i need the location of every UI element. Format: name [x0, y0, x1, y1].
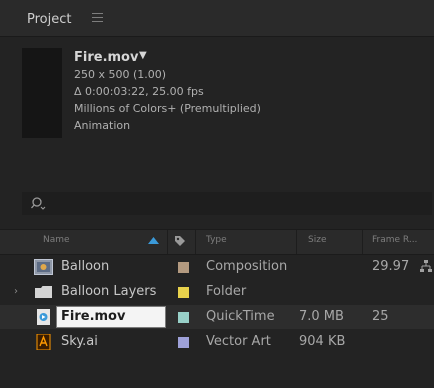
list-item-name: Sky.ai: [61, 334, 98, 349]
panel-menu-icon[interactable]: [92, 13, 103, 22]
label-color-swatch[interactable]: [178, 337, 189, 348]
panel-title: Project: [27, 12, 72, 27]
column-divider: [167, 230, 168, 254]
search-icon: [31, 197, 46, 210]
list-item-type: Folder: [206, 284, 247, 299]
column-type[interactable]: Type: [206, 235, 227, 245]
panel-header: Project: [0, 0, 434, 37]
folder-icon: [35, 286, 52, 298]
asset-colors: Millions of Colors+ (Premultiplied): [74, 102, 261, 115]
column-name[interactable]: Name: [43, 235, 70, 245]
label-color-swatch[interactable]: [178, 287, 189, 298]
column-frame-rate[interactable]: Frame R...: [372, 235, 417, 245]
flowchart-icon[interactable]: [420, 260, 432, 272]
column-header-row: Name Type Size Frame R...: [0, 229, 434, 255]
illustrator-icon: [36, 334, 51, 350]
list-item[interactable]: › Balloon Layers Folder: [0, 280, 434, 304]
list-item-name: Balloon Layers: [61, 284, 157, 299]
sort-ascending-icon[interactable]: [148, 236, 159, 244]
list-item-size: 7.0 MB: [299, 309, 344, 324]
label-color-swatch[interactable]: [178, 312, 189, 323]
asset-thumbnail: [22, 48, 62, 138]
list-item-type: Composition: [206, 259, 288, 274]
search-input[interactable]: [22, 192, 432, 215]
asset-codec: Animation: [74, 119, 131, 132]
asset-resolution: 250 x 500 (1.00): [74, 68, 167, 81]
asset-dropdown-icon[interactable]: ▼: [139, 50, 147, 61]
column-divider: [296, 230, 297, 254]
composition-icon: [34, 259, 53, 275]
list-item-name: Fire.mov: [61, 309, 126, 324]
asset-duration: Δ 0:00:03:22, 25.00 fps: [74, 85, 204, 98]
column-divider: [362, 230, 363, 254]
label-color-swatch[interactable]: [178, 262, 189, 273]
label-tag-icon[interactable]: [174, 235, 186, 247]
list-item[interactable]: Sky.ai Vector Art 904 KB: [0, 330, 434, 354]
asset-name: Fire.mov: [74, 50, 139, 65]
column-size[interactable]: Size: [308, 235, 326, 245]
list-item-type: QuickTime: [206, 309, 275, 324]
list-item-size: 904 KB: [299, 334, 346, 349]
list-item-frame-rate: 25: [372, 309, 389, 324]
list-item[interactable]: Balloon Composition 29.97: [0, 255, 434, 279]
project-panel: Project Fire.mov ▼ 250 x 500 (1.00) Δ 0:…: [0, 0, 434, 388]
expand-arrow-icon[interactable]: ›: [14, 286, 18, 297]
column-divider: [195, 230, 196, 254]
list-item-type: Vector Art: [206, 334, 271, 349]
quicktime-icon: [37, 309, 50, 325]
list-item-name: Balloon: [61, 259, 110, 274]
list-item-frame-rate: 29.97: [372, 259, 410, 274]
list-item-selected[interactable]: Fire.mov QuickTime 7.0 MB 25: [0, 305, 434, 329]
